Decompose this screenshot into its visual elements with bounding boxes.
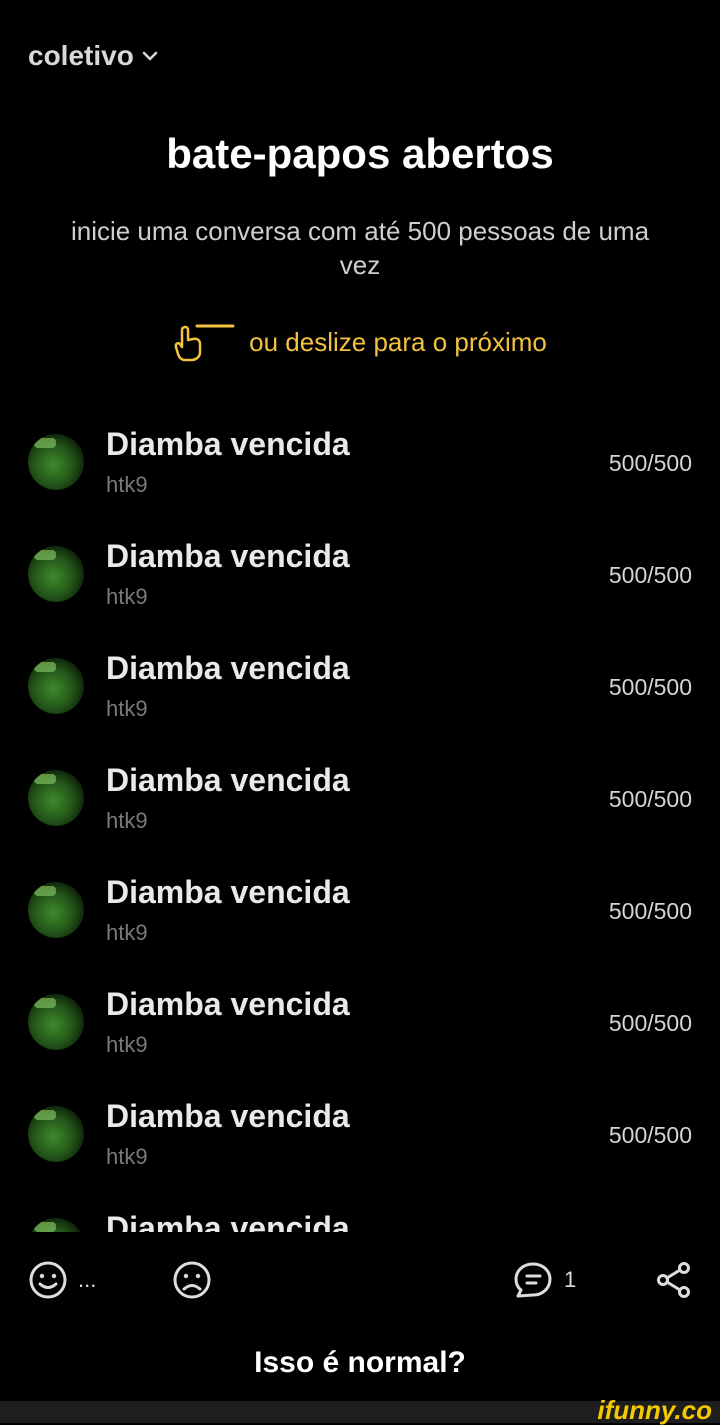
avatar — [28, 658, 84, 714]
chat-row[interactable]: Diamba vencida htk9 500/500 — [0, 636, 720, 748]
swipe-hint: ou deslize para o próximo — [0, 322, 720, 362]
chat-row[interactable]: Diamba vencida htk9 500/500 — [0, 748, 720, 860]
member-count: 500/500 — [608, 674, 692, 700]
chat-row[interactable]: Diamba vencida htk9 500/500 — [0, 412, 720, 524]
comment-count: 1 — [564, 1267, 577, 1292]
chat-row[interactable]: Diamba vencida htk9 500/500 — [0, 860, 720, 972]
chat-name: Diamba vencida — [106, 874, 350, 910]
chat-name: Diamba vencida — [106, 426, 350, 462]
unsmile-reaction-button[interactable] — [172, 1260, 212, 1300]
avatar — [28, 1218, 84, 1232]
page-title: bate-papos abertos — [166, 130, 554, 177]
avatar — [28, 882, 84, 938]
chat-name: Diamba vencida — [106, 650, 350, 686]
member-count: 500/500 — [608, 898, 692, 924]
chat-host: htk9 — [106, 808, 148, 833]
member-count: 500/500 — [608, 786, 692, 812]
member-count: 500/500 — [608, 562, 692, 588]
smile-reaction-button[interactable]: ... — [28, 1260, 96, 1300]
smile-icon — [29, 1261, 67, 1299]
chat-row[interactable]: Diamba vencida — [0, 1196, 720, 1232]
swipe-hint-text: ou deslize para o próximo — [249, 326, 547, 357]
chat-list: Diamba vencida htk9 500/500 Diamba venci… — [0, 412, 720, 1232]
post-actions: ... 1 — [0, 1250, 720, 1310]
chat-row[interactable]: Diamba vencida htk9 500/500 — [0, 524, 720, 636]
member-count: 500/500 — [608, 1010, 692, 1036]
chevron-down-icon — [142, 51, 158, 61]
avatar — [28, 434, 84, 490]
avatar — [28, 770, 84, 826]
chat-row[interactable]: Diamba vencida htk9 500/500 — [0, 1084, 720, 1196]
swipe-hand-icon — [174, 324, 235, 362]
ifunny-watermark: ifunny.co — [597, 1395, 712, 1425]
chat-name: Diamba vencida — [106, 986, 350, 1022]
member-count: 500/500 — [608, 1122, 692, 1148]
community-selector[interactable]: coletivo — [28, 36, 158, 76]
chat-name: Diamba vencida — [106, 538, 350, 574]
chat-host: htk9 — [106, 696, 148, 721]
chat-row[interactable]: Diamba vencida htk9 500/500 — [0, 972, 720, 1084]
page-subtitle: inicie uma conversa com até 500 pessoas … — [70, 216, 650, 280]
avatar — [28, 1106, 84, 1162]
chat-host: htk9 — [106, 1032, 148, 1057]
chat-host: htk9 — [106, 920, 148, 945]
chat-host: htk9 — [106, 472, 148, 497]
share-button[interactable] — [654, 1260, 694, 1300]
share-icon — [657, 1262, 690, 1298]
chat-host: htk9 — [106, 1144, 148, 1169]
sad-face-icon — [173, 1261, 211, 1299]
comments-button[interactable]: 1 — [512, 1260, 576, 1300]
avatar — [28, 994, 84, 1050]
chat-host: htk9 — [106, 584, 148, 609]
community-name: coletivo — [28, 40, 134, 71]
chat-name: Diamba vencida — [106, 1210, 350, 1232]
smile-count: ... — [78, 1267, 97, 1292]
chat-name: Diamba vencida — [106, 1098, 350, 1134]
member-count: 500/500 — [608, 450, 692, 476]
post-caption: Isso é normal? — [254, 1346, 466, 1379]
comment-icon — [514, 1262, 552, 1298]
chat-name: Diamba vencida — [106, 762, 350, 798]
avatar — [28, 546, 84, 602]
